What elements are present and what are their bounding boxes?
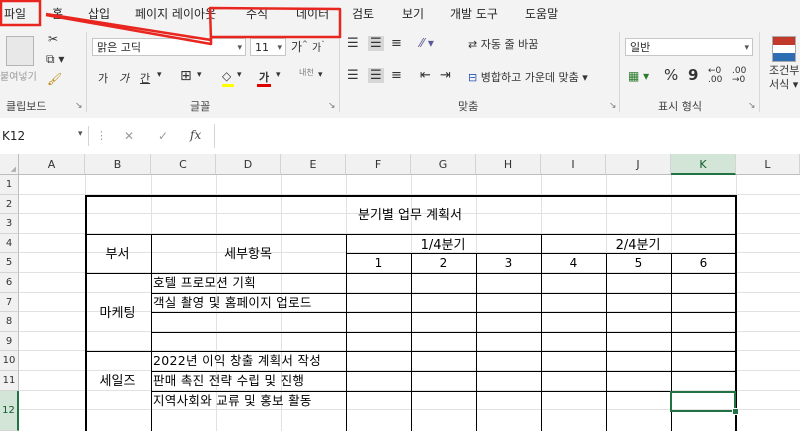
annotation-arrow	[45, 6, 342, 46]
annotation-highlight-box	[0, 0, 42, 27]
annotation-overlay	[0, 0, 342, 46]
